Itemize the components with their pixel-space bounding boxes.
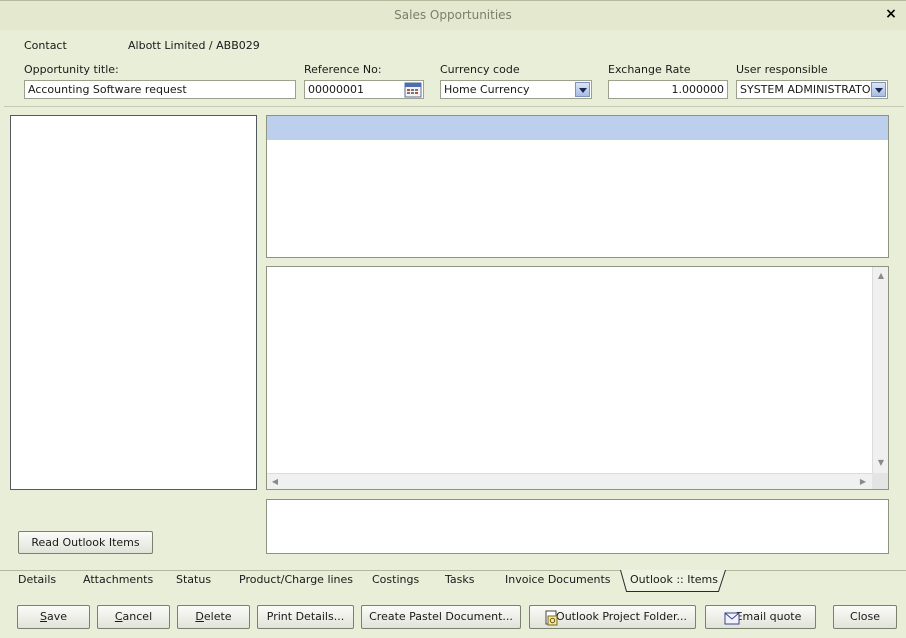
scroll-up-icon[interactable]: ▲ (873, 272, 889, 280)
read-outlook-items-button[interactable]: Read Outlook Items (18, 531, 153, 554)
items-grid[interactable] (266, 115, 889, 258)
close-icon[interactable]: × (882, 6, 900, 24)
outlook-project-folder-button[interactable]: Outlook Project Folder... (529, 605, 696, 629)
currency-label: Currency code (440, 63, 520, 76)
save-label: ave (46, 610, 67, 623)
scroll-down-icon[interactable]: ▼ (873, 459, 889, 467)
opportunity-title-input[interactable]: Accounting Software request (24, 80, 296, 99)
calendar-icon[interactable] (404, 82, 422, 98)
outlook-items-list[interactable] (10, 115, 257, 490)
cancel-button[interactable]: Cancel (97, 605, 170, 629)
item-preview-pane[interactable]: ▲ ▼ ◀ ▶ (266, 266, 889, 490)
delete-label: elete (203, 610, 232, 623)
tab-strip-line (0, 570, 906, 571)
tab-attachments[interactable]: Attachments (83, 573, 153, 586)
email-quote-label: Email quote (735, 610, 802, 623)
opportunity-title-label: Opportunity title: (24, 63, 119, 76)
outlook-folder-icon (544, 610, 560, 626)
tab-product-charge-lines[interactable]: Product/Charge lines (239, 573, 353, 586)
horizontal-scrollbar[interactable]: ◀ ▶ (267, 473, 873, 489)
user-responsible-select[interactable]: SYSTEM ADMINISTRATOR (736, 80, 888, 99)
scroll-right-icon[interactable]: ▶ (859, 478, 867, 486)
window-title: Sales Opportunities (394, 8, 512, 22)
vertical-scrollbar[interactable]: ▲ ▼ (872, 267, 888, 473)
currency-dropdown-icon[interactable] (575, 82, 590, 97)
contact-value: Albott Limited / ABB029 (128, 39, 260, 52)
tab-outlook-items-label: Outlook :: Items (630, 573, 719, 586)
delete-button[interactable]: Delete (177, 605, 250, 629)
envelope-icon (724, 611, 740, 625)
notes-box[interactable] (266, 499, 889, 554)
outlook-folder-label: Outlook Project Folder... (556, 610, 687, 623)
exchange-rate-input[interactable]: 1.000000 (608, 80, 728, 99)
contact-label: Contact (24, 39, 67, 52)
print-details-button[interactable]: Print Details... (257, 605, 354, 629)
user-responsible-label: User responsible (736, 63, 828, 76)
save-mnemonic: S (39, 610, 47, 623)
scroll-left-icon[interactable]: ◀ (271, 478, 279, 486)
delete-mnemonic: D (195, 610, 204, 623)
grid-header-row[interactable] (267, 116, 888, 140)
user-responsible-value: SYSTEM ADMINISTRATOR (740, 83, 879, 96)
email-quote-button[interactable]: Email quote (705, 605, 816, 629)
create-pastel-document-button[interactable]: Create Pastel Document... (361, 605, 521, 629)
save-button[interactable]: Save (17, 605, 90, 629)
tab-status[interactable]: Status (176, 573, 211, 586)
tab-details[interactable]: Details (18, 573, 56, 586)
tab-costings[interactable]: Costings (372, 573, 419, 586)
tab-outlook-items[interactable]: Outlook :: Items (620, 570, 726, 592)
reference-value: 00000001 (308, 83, 364, 96)
reference-label: Reference No: (304, 63, 382, 76)
cancel-label: ancel (122, 610, 153, 623)
cancel-mnemonic: C (114, 610, 123, 623)
close-button[interactable]: Close (833, 605, 897, 629)
scrollbar-corner (872, 473, 888, 489)
exchange-rate-label: Exchange Rate (608, 63, 691, 76)
currency-value: Home Currency (444, 83, 530, 96)
currency-select[interactable]: Home Currency (440, 80, 592, 99)
user-dropdown-icon[interactable] (871, 82, 886, 97)
tab-invoice-documents[interactable]: Invoice Documents (505, 573, 611, 586)
tab-tasks[interactable]: Tasks (445, 573, 474, 586)
